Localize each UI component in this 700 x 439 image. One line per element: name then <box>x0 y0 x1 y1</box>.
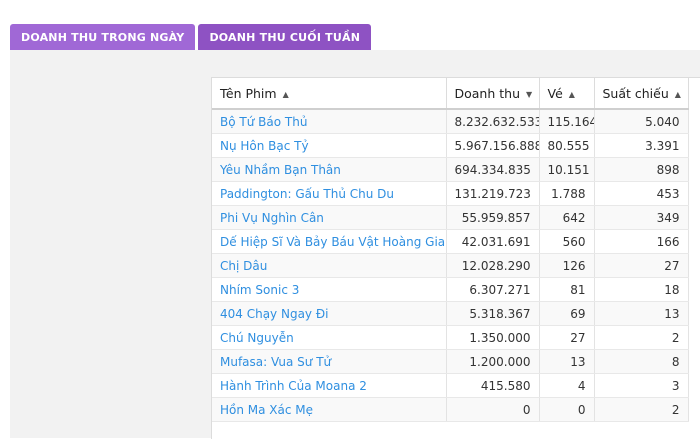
movie-title-link[interactable]: Nhím Sonic 3 <box>212 277 447 302</box>
movie-title-link[interactable]: Bộ Tứ Báo Thủ <box>212 109 447 134</box>
revenue-cell: 42.031.691 <box>446 229 540 254</box>
screenings-cell: 2 <box>594 325 689 350</box>
screenings-cell: 3 <box>594 373 689 398</box>
tickets-cell: 69 <box>539 301 595 326</box>
movie-title-link[interactable]: Paddington: Gấu Thủ Chu Du <box>212 181 447 206</box>
screenings-cell: 3.391 <box>594 133 689 158</box>
sort-asc-icon: ▲ <box>282 89 289 99</box>
revenue-tabs: DOANH THU TRONG NGÀY DOANH THU CUỐI TUẦN <box>10 24 372 50</box>
column-header-tickets-label: Vé <box>547 85 563 101</box>
screenings-cell: 18 <box>594 277 689 302</box>
tickets-cell: 115.164 <box>539 109 595 134</box>
table-row: Yêu Nhầm Bạn Thân 694.334.835 10.151 898 <box>212 157 689 182</box>
table-row: Chị Dâu 12.028.290 126 27 <box>212 253 689 278</box>
table-row: Phi Vụ Nghìn Cân 55.959.857 642 349 <box>212 205 689 230</box>
revenue-table: Tên Phim ▲ Doanh thu ▼ Vé ▲ Suất chiếu ▲ Bộ … <box>212 78 689 422</box>
revenue-cell: 6.307.271 <box>446 277 540 302</box>
screenings-cell: 27 <box>594 253 689 278</box>
revenue-cell: 5.318.367 <box>446 301 540 326</box>
table-row: Bộ Tứ Báo Thủ 8.232.632.533 115.164 5.04… <box>212 109 689 134</box>
table-row: Chú Nguyễn 1.350.000 27 2 <box>212 325 689 350</box>
revenue-cell: 8.232.632.533 <box>446 109 540 134</box>
tickets-cell: 13 <box>539 349 595 374</box>
column-header-title[interactable]: Tên Phim ▲ <box>212 78 447 110</box>
tab-daily-revenue[interactable]: DOANH THU TRONG NGÀY <box>10 24 196 50</box>
column-header-revenue-label: Doanh thu <box>454 85 521 101</box>
revenue-cell: 5.967.156.888 <box>446 133 540 158</box>
movie-title-link[interactable]: Hành Trình Của Moana 2 <box>212 373 447 398</box>
screenings-cell: 2 <box>594 397 689 422</box>
revenue-cell: 415.580 <box>446 373 540 398</box>
revenue-cell: 55.959.857 <box>446 205 540 230</box>
sort-desc-icon: ▼ <box>526 89 533 99</box>
table-row: Hồn Ma Xác Mẹ 0 0 2 <box>212 397 689 422</box>
screenings-cell: 166 <box>594 229 689 254</box>
column-header-screenings-label: Suất chiếu <box>602 85 669 101</box>
table-row: Mufasa: Vua Sư Tử 1.200.000 13 8 <box>212 349 689 374</box>
tickets-cell: 1.788 <box>539 181 595 206</box>
tickets-cell: 0 <box>539 397 595 422</box>
sort-asc-icon: ▲ <box>674 89 681 99</box>
revenue-cell: 694.334.835 <box>446 157 540 182</box>
revenue-cell: 0 <box>446 397 540 422</box>
table-row: 404 Chạy Ngay Đi 5.318.367 69 13 <box>212 301 689 326</box>
movie-title-link[interactable]: Yêu Nhầm Bạn Thân <box>212 157 447 182</box>
revenue-cell: 1.200.000 <box>446 349 540 374</box>
revenue-cell: 1.350.000 <box>446 325 540 350</box>
tab-weekend-revenue[interactable]: DOANH THU CUỐI TUẦN <box>198 24 372 50</box>
screenings-cell: 898 <box>594 157 689 182</box>
screenings-cell: 5.040 <box>594 109 689 134</box>
table-row: Paddington: Gấu Thủ Chu Du 131.219.723 1… <box>212 181 689 206</box>
column-header-screenings[interactable]: Suất chiếu ▲ <box>594 78 689 110</box>
column-header-tickets[interactable]: Vé ▲ <box>539 78 595 110</box>
movie-title-link[interactable]: Mufasa: Vua Sư Tử <box>212 349 447 374</box>
table-row: Nhím Sonic 3 6.307.271 81 18 <box>212 277 689 302</box>
movie-title-link[interactable]: Nụ Hôn Bạc Tỷ <box>212 133 447 158</box>
screenings-cell: 8 <box>594 349 689 374</box>
tickets-cell: 81 <box>539 277 595 302</box>
table-row: Dế Hiệp Sĩ Và Bảy Báu Vật Hoàng Gia 42.0… <box>212 229 689 254</box>
screenings-cell: 13 <box>594 301 689 326</box>
movie-title-link[interactable]: 404 Chạy Ngay Đi <box>212 301 447 326</box>
tickets-cell: 560 <box>539 229 595 254</box>
revenue-table-container[interactable]: Tên Phim ▲ Doanh thu ▼ Vé ▲ Suất chiếu ▲ Bộ … <box>211 77 700 439</box>
table-row: Hành Trình Của Moana 2 415.580 4 3 <box>212 373 689 398</box>
tickets-cell: 4 <box>539 373 595 398</box>
column-header-revenue[interactable]: Doanh thu ▼ <box>446 78 540 110</box>
movie-title-link[interactable]: Phi Vụ Nghìn Cân <box>212 205 447 230</box>
table-header-row: Tên Phim ▲ Doanh thu ▼ Vé ▲ Suất chiếu ▲ <box>212 78 689 110</box>
tickets-cell: 642 <box>539 205 595 230</box>
tickets-cell: 126 <box>539 253 595 278</box>
tickets-cell: 80.555 <box>539 133 595 158</box>
table-row: Nụ Hôn Bạc Tỷ 5.967.156.888 80.555 3.391 <box>212 133 689 158</box>
movie-title-link[interactable]: Dế Hiệp Sĩ Và Bảy Báu Vật Hoàng Gia <box>212 229 447 254</box>
revenue-cell: 12.028.290 <box>446 253 540 278</box>
screenings-cell: 349 <box>594 205 689 230</box>
sort-asc-icon: ▲ <box>568 89 575 99</box>
screenings-cell: 453 <box>594 181 689 206</box>
movie-title-link[interactable]: Chú Nguyễn <box>212 325 447 350</box>
revenue-cell: 131.219.723 <box>446 181 540 206</box>
tickets-cell: 27 <box>539 325 595 350</box>
column-header-title-label: Tên Phim <box>220 85 277 101</box>
movie-title-link[interactable]: Hồn Ma Xác Mẹ <box>212 397 447 422</box>
movie-title-link[interactable]: Chị Dâu <box>212 253 447 278</box>
tickets-cell: 10.151 <box>539 157 595 182</box>
